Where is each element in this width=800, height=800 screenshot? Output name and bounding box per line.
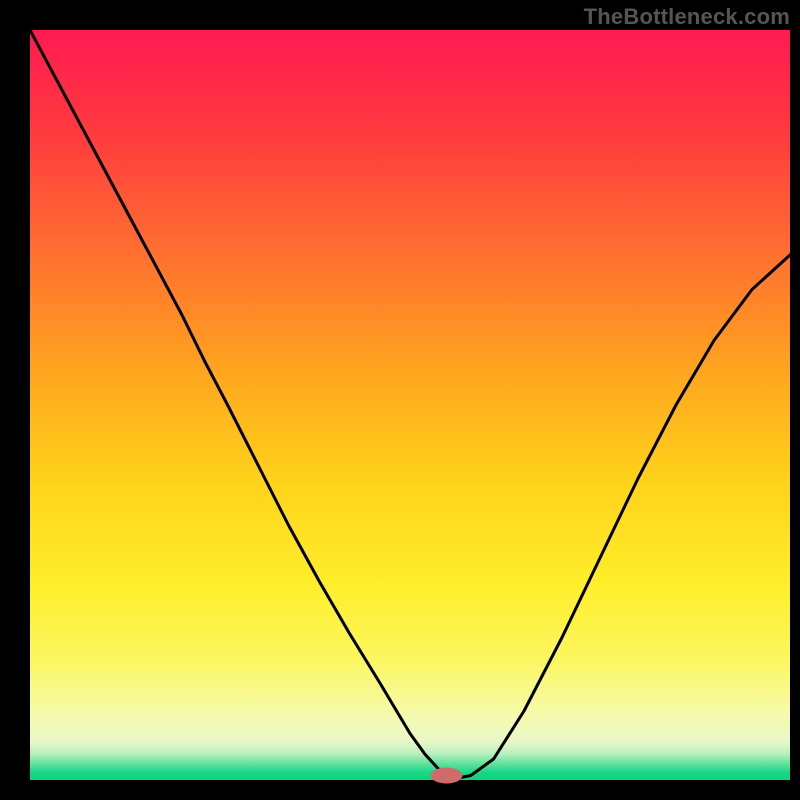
chart-frame: TheBottleneck.com: [0, 0, 800, 800]
bottleneck-chart: [0, 0, 800, 800]
optimal-point-marker: [430, 768, 462, 784]
attribution-label: TheBottleneck.com: [584, 4, 790, 30]
